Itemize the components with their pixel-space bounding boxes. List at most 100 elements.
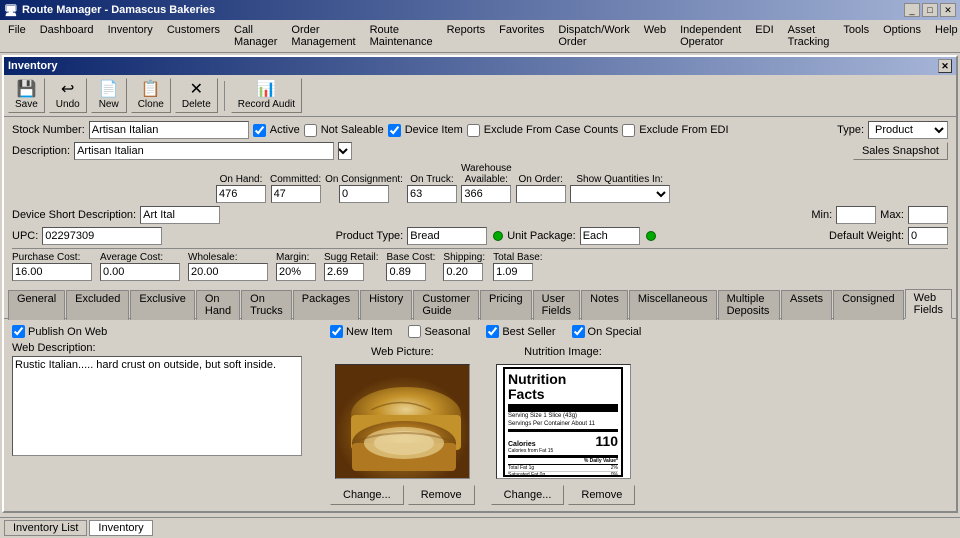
tab-packages[interactable]: Packages (293, 290, 359, 320)
purchase-cost-input[interactable] (12, 263, 92, 281)
wholesale-label: Wholesale: (188, 252, 268, 263)
best-seller-checkbox[interactable] (486, 325, 499, 338)
tab-on-hand[interactable]: On Hand (196, 290, 240, 320)
nutrition-serving-size: Serving Size 1 Slice (43g)Servings Per C… (508, 413, 618, 429)
tab-miscellaneous[interactable]: Miscellaneous (629, 290, 717, 320)
tab-user-fields[interactable]: User Fields (533, 290, 581, 320)
tab-general[interactable]: General (8, 290, 65, 320)
record-audit-icon: 📊 (256, 81, 276, 99)
tab-assets[interactable]: Assets (781, 290, 832, 320)
default-weight-input[interactable] (908, 227, 948, 245)
active-checkbox[interactable] (253, 124, 266, 137)
status-tab-inventory[interactable]: Inventory (89, 520, 152, 536)
exclude-edi-checkbox[interactable] (622, 124, 635, 137)
status-tab-inventory-list[interactable]: Inventory List (4, 520, 87, 536)
menu-tools[interactable]: Tools (837, 22, 875, 50)
menu-web[interactable]: Web (638, 22, 672, 50)
menu-dispatch[interactable]: Dispatch/Work Order (552, 22, 635, 50)
tab-multiple-deposits[interactable]: Multiple Deposits (718, 290, 780, 320)
unit-package-input[interactable] (580, 227, 640, 245)
menu-favorites[interactable]: Favorites (493, 22, 550, 50)
calories-label: Calories (508, 441, 553, 448)
nutrition-remove-button[interactable]: Remove (568, 485, 635, 505)
margin-input[interactable] (276, 263, 316, 281)
product-type-input[interactable] (407, 227, 487, 245)
base-cost-input[interactable] (386, 263, 426, 281)
show-quantities-select[interactable] (570, 185, 670, 203)
on-hand-input[interactable] (216, 185, 266, 203)
tab-exclusive[interactable]: Exclusive (130, 290, 194, 320)
clone-button[interactable]: 📋 Clone (131, 78, 171, 113)
device-item-checkbox[interactable] (388, 124, 401, 137)
new-button[interactable]: 📄 New (91, 78, 127, 113)
tab-web-fields[interactable]: Web Fields (905, 289, 952, 319)
tab-notes[interactable]: Notes (581, 290, 628, 320)
tab-customer-guide[interactable]: Customer Guide (413, 290, 479, 320)
warehouse-available-input[interactable] (461, 185, 511, 203)
tab-history[interactable]: History (360, 290, 412, 320)
new-item-checkbox[interactable] (330, 325, 343, 338)
menu-order-management[interactable]: Order Management (285, 22, 361, 50)
calories-value: 110 (595, 433, 618, 449)
record-audit-button[interactable]: 📊 Record Audit (231, 78, 302, 113)
tab-pricing[interactable]: Pricing (480, 290, 532, 320)
on-truck-input[interactable] (407, 185, 457, 203)
web-options-row: New Item Seasonal Best Seller On Sp (330, 325, 948, 338)
on-special-checkbox[interactable] (572, 325, 585, 338)
menu-route-maintenance[interactable]: Route Maintenance (364, 22, 439, 50)
exclude-case-counts-checkbox[interactable] (467, 124, 480, 137)
maximize-button[interactable]: □ (922, 3, 938, 17)
committed-input[interactable] (271, 185, 321, 203)
max-input[interactable] (908, 206, 948, 224)
web-description-textarea[interactable]: Rustic Italian..... hard crust on outsid… (12, 356, 302, 456)
min-input[interactable] (836, 206, 876, 224)
type-select[interactable]: Product (868, 121, 948, 139)
menu-inventory[interactable]: Inventory (102, 22, 159, 50)
menu-asset-tracking[interactable]: Asset Tracking (782, 22, 836, 50)
web-picture-remove-button[interactable]: Remove (408, 485, 475, 505)
stock-number-input[interactable] (89, 121, 249, 139)
menu-reports[interactable]: Reports (441, 22, 492, 50)
upc-input[interactable] (42, 227, 162, 245)
menu-file[interactable]: File (2, 22, 32, 50)
show-quantities-label: Show Quantities In: (576, 174, 663, 185)
menu-independent-operator[interactable]: Independent Operator (674, 22, 747, 50)
not-saleable-checkbox[interactable] (304, 124, 317, 137)
sugg-retail-input[interactable] (324, 263, 364, 281)
total-base-input[interactable] (493, 263, 533, 281)
menu-dashboard[interactable]: Dashboard (34, 22, 100, 50)
publish-on-web-checkbox[interactable] (12, 325, 25, 338)
window-close-button[interactable]: ✕ (938, 59, 952, 73)
description-input[interactable] (74, 142, 334, 160)
clone-icon: 📋 (141, 81, 161, 99)
on-order-input[interactable] (516, 185, 566, 203)
web-picture-change-button[interactable]: Change... (330, 485, 404, 505)
menu-customers[interactable]: Customers (161, 22, 226, 50)
sales-snapshot-button[interactable]: Sales Snapshot (853, 142, 948, 160)
close-button[interactable]: ✕ (940, 3, 956, 17)
minimize-button[interactable]: _ (904, 3, 920, 17)
undo-button[interactable]: ↩ Undo (49, 78, 87, 113)
menu-call-manager[interactable]: Call Manager (228, 22, 283, 50)
toolbar-separator (224, 81, 225, 111)
nutrition-change-button[interactable]: Change... (491, 485, 565, 505)
tab-excluded[interactable]: Excluded (66, 290, 129, 320)
undo-icon: ↩ (61, 81, 74, 99)
menu-help[interactable]: Help (929, 22, 960, 50)
shipping-label: Shipping: (443, 252, 485, 263)
seasonal-checkbox[interactable] (408, 325, 421, 338)
on-consignment-input[interactable] (339, 185, 389, 203)
menu-edi[interactable]: EDI (749, 22, 779, 50)
description-dropdown[interactable] (338, 142, 352, 160)
tab-consigned[interactable]: Consigned (833, 290, 904, 320)
delete-button[interactable]: ✕ Delete (175, 78, 218, 113)
wholesale-input[interactable] (188, 263, 268, 281)
on-hand-label: On Hand: (220, 174, 263, 185)
web-fields-right: New Item Seasonal Best Seller On Sp (330, 325, 948, 505)
menu-options[interactable]: Options (877, 22, 927, 50)
save-button[interactable]: 💾 Save (8, 78, 45, 113)
tab-on-trucks[interactable]: On Trucks (241, 290, 292, 320)
average-cost-input[interactable] (100, 263, 180, 281)
device-short-desc-input[interactable] (140, 206, 220, 224)
shipping-input[interactable] (443, 263, 483, 281)
